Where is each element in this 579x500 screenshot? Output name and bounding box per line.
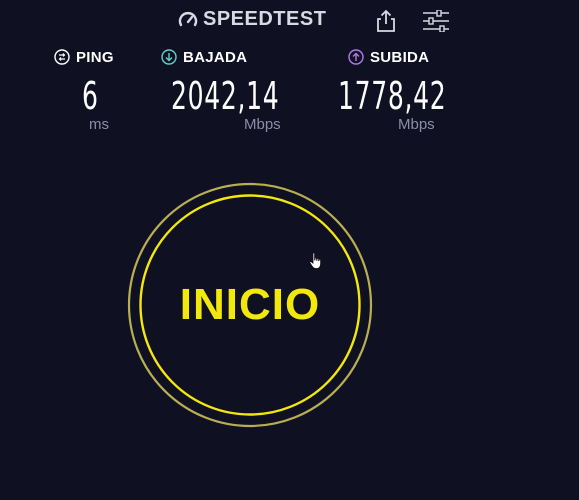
start-button-label: INICIO bbox=[179, 280, 321, 329]
ping-header: PING bbox=[54, 46, 124, 68]
download-metric: BAJADA 2042,14 Mbps bbox=[161, 46, 301, 136]
ping-icon bbox=[54, 49, 70, 65]
download-value: 2042,14 bbox=[171, 74, 280, 118]
upload-metric: SUBIDA 1778,42 Mbps bbox=[338, 46, 458, 136]
sliders-icon bbox=[421, 9, 451, 36]
ping-unit: ms bbox=[89, 116, 109, 133]
download-header: BAJADA bbox=[161, 46, 301, 68]
upload-label: SUBIDA bbox=[370, 48, 430, 66]
upload-unit: Mbps bbox=[398, 116, 435, 133]
settings-button[interactable] bbox=[421, 9, 451, 33]
arrow-up-circle-icon bbox=[348, 49, 364, 65]
arrow-down-circle-icon bbox=[161, 49, 177, 65]
ping-metric: PING 6 ms bbox=[54, 46, 124, 136]
hand-cursor-icon bbox=[309, 252, 323, 270]
download-unit: Mbps bbox=[244, 116, 281, 133]
share-icon bbox=[374, 9, 398, 38]
speedometer-icon bbox=[177, 9, 199, 31]
logo-text: SPEEDTEST bbox=[203, 8, 327, 30]
start-test-button[interactable]: INICIO bbox=[127, 182, 373, 428]
upload-header: SUBIDA bbox=[348, 46, 458, 68]
upload-value: 1778,42 bbox=[338, 74, 447, 118]
ping-value: 6 bbox=[82, 74, 99, 118]
header-bar: SPEEDTEST bbox=[0, 0, 579, 42]
speedtest-logo: SPEEDTEST bbox=[177, 8, 326, 31]
share-button[interactable] bbox=[374, 8, 398, 34]
ping-label: PING bbox=[76, 48, 114, 66]
download-label: BAJADA bbox=[183, 48, 248, 66]
